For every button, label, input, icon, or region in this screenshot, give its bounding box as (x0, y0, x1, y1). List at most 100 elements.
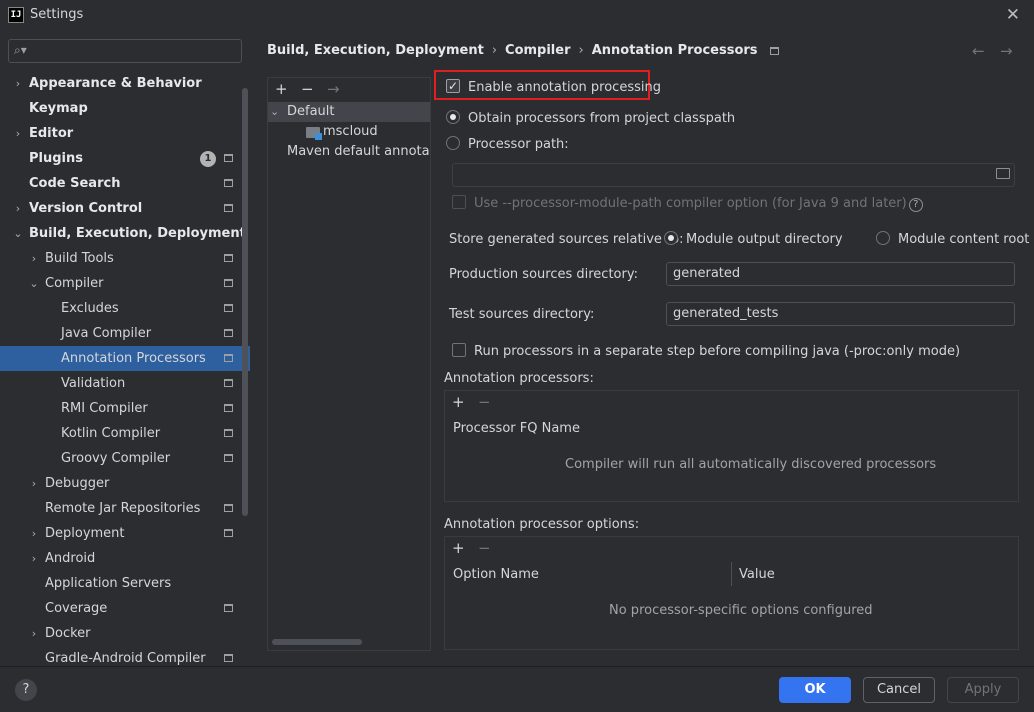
processor-path-radio[interactable]: Processor path: (446, 136, 569, 154)
breadcrumb-item[interactable]: Compiler (505, 43, 570, 58)
project-settings-icon (224, 179, 233, 187)
column-divider (731, 562, 732, 586)
project-settings-icon (224, 404, 233, 412)
sidebar-item[interactable]: Application Servers (0, 571, 250, 596)
sidebar-item[interactable]: › Editor (0, 121, 250, 146)
chevron-right-icon[interactable]: › (28, 246, 40, 271)
sidebar-item-label: Appearance & Behavior (29, 76, 202, 91)
checkbox-unchecked-icon (452, 343, 466, 357)
help-question-icon[interactable]: ? (908, 198, 923, 212)
module-content-root-radio[interactable]: Module content root (876, 231, 1029, 249)
help-button[interactable]: ? (15, 679, 37, 701)
sidebar-item[interactable]: ⌄ Compiler (0, 271, 250, 296)
sidebar-item[interactable]: › Docker (0, 621, 250, 646)
add-option-button[interactable]: + (452, 539, 465, 557)
chevron-right-icon[interactable]: › (12, 71, 24, 96)
ok-button[interactable]: OK (779, 677, 851, 703)
sidebar-item[interactable]: Remote Jar Repositories (0, 496, 250, 521)
sidebar-item-label: Docker (45, 626, 91, 641)
back-arrow-icon[interactable]: ← (972, 42, 985, 60)
checkbox-unchecked-icon (452, 195, 466, 209)
close-icon[interactable]: ✕ (1006, 5, 1020, 25)
sidebar-scrollbar[interactable] (242, 88, 248, 516)
settings-search-input[interactable] (35, 42, 235, 60)
sidebar-item[interactable]: › Deployment (0, 521, 250, 546)
processor-path-field[interactable] (452, 163, 1015, 187)
module-output-directory-radio[interactable]: Module output directory (664, 231, 843, 249)
separate-step-checkbox[interactable]: Run processors in a separate step before… (452, 343, 960, 361)
sidebar-item[interactable]: RMI Compiler (0, 396, 250, 421)
profile-item[interactable]: Maven default annotatio (268, 142, 430, 162)
chevron-right-icon[interactable]: › (28, 471, 40, 496)
radio-unselected-icon (446, 136, 460, 150)
profile-item[interactable]: mscloud (268, 122, 430, 142)
breadcrumb-item[interactable]: Build, Execution, Deployment (267, 43, 484, 58)
sidebar-item[interactable]: › Build Tools (0, 246, 250, 271)
project-settings-icon (224, 279, 233, 287)
column-header-value[interactable]: Value (739, 566, 775, 584)
sidebar-item[interactable]: Excludes (0, 296, 250, 321)
project-settings-icon (224, 304, 233, 312)
column-header-processor-fq-name[interactable]: Processor FQ Name (453, 420, 580, 438)
sidebar-item[interactable]: Validation (0, 371, 250, 396)
sidebar-item[interactable]: › Android (0, 546, 250, 571)
browse-folder-icon[interactable] (996, 168, 1010, 179)
intellij-app-icon: IJ (8, 7, 24, 23)
chevron-down-icon[interactable]: ⌄ (12, 221, 24, 246)
profiles-scrollbar[interactable] (272, 639, 362, 645)
sidebar-item[interactable]: Keymap (0, 96, 250, 121)
project-settings-icon (224, 454, 233, 462)
chevron-right-icon[interactable]: › (28, 521, 40, 546)
breadcrumb-separator: › (491, 43, 498, 58)
chevron-right-icon[interactable]: › (12, 121, 24, 146)
profile-label: Default (287, 104, 335, 119)
sidebar-item[interactable]: Plugins 1 (0, 146, 250, 171)
sidebar-item[interactable]: Code Search (0, 171, 250, 196)
sidebar-item[interactable]: Java Compiler (0, 321, 250, 346)
chevron-right-icon[interactable]: › (12, 196, 24, 221)
move-to-profile-button[interactable]: → (327, 80, 340, 98)
column-header-option-name[interactable]: Option Name (453, 566, 539, 584)
sidebar-item[interactable]: Groovy Compiler (0, 446, 250, 471)
settings-search-box[interactable]: ⌕▾ (8, 39, 242, 63)
sidebar-item-label: Coverage (45, 601, 108, 616)
apply-button[interactable]: Apply (947, 677, 1019, 703)
remove-option-button[interactable]: − (478, 539, 491, 557)
radio-unselected-icon (876, 231, 890, 245)
remove-profile-button[interactable]: − (301, 80, 314, 98)
enable-annotation-processing-checkbox[interactable]: Enable annotation processing (446, 77, 661, 97)
production-dir-input[interactable]: generated (666, 262, 1015, 286)
module-path-option-checkbox[interactable]: Use --processor-module-path compiler opt… (452, 195, 923, 213)
sidebar-item-label: Editor (29, 126, 74, 141)
dialog-footer: ? OK Cancel Apply (0, 666, 1034, 712)
sidebar-item[interactable]: Kotlin Compiler (0, 421, 250, 446)
add-profile-button[interactable]: + (275, 80, 288, 98)
add-processor-button[interactable]: + (452, 393, 465, 411)
radio-label: Processor path: (468, 137, 569, 152)
sidebar-item[interactable]: ⌄ Build, Execution, Deployment (0, 221, 250, 246)
radio-selected-icon (664, 231, 678, 245)
chevron-right-icon[interactable]: › (28, 621, 40, 646)
sidebar-item[interactable]: › Version Control (0, 196, 250, 221)
sidebar-item[interactable]: Annotation Processors (0, 346, 250, 371)
cancel-button[interactable]: Cancel (863, 677, 935, 703)
search-icon: ⌕▾ (14, 43, 27, 57)
sidebar-item-label: Excludes (61, 301, 119, 316)
profile-item[interactable]: ⌄ Default (268, 102, 430, 122)
module-folder-icon (306, 127, 322, 140)
sidebar-item-label: Code Search (29, 176, 121, 191)
sidebar-item[interactable]: Coverage (0, 596, 250, 621)
annotation-processors-table: + − Processor FQ Name Compiler will run … (444, 390, 1019, 502)
test-dir-input[interactable]: generated_tests (666, 302, 1015, 326)
sidebar-item[interactable]: › Appearance & Behavior (0, 71, 250, 96)
update-count-badge: 1 (200, 151, 216, 167)
chevron-down-icon[interactable]: ⌄ (270, 102, 279, 122)
project-settings-icon (224, 379, 233, 387)
chevron-down-icon[interactable]: ⌄ (28, 271, 40, 296)
obtain-from-classpath-radio[interactable]: Obtain processors from project classpath (446, 110, 735, 128)
remove-processor-button[interactable]: − (478, 393, 491, 411)
forward-arrow-icon[interactable]: → (1000, 42, 1013, 60)
project-settings-icon (769, 46, 779, 55)
sidebar-item[interactable]: › Debugger (0, 471, 250, 496)
chevron-right-icon[interactable]: › (28, 546, 40, 571)
